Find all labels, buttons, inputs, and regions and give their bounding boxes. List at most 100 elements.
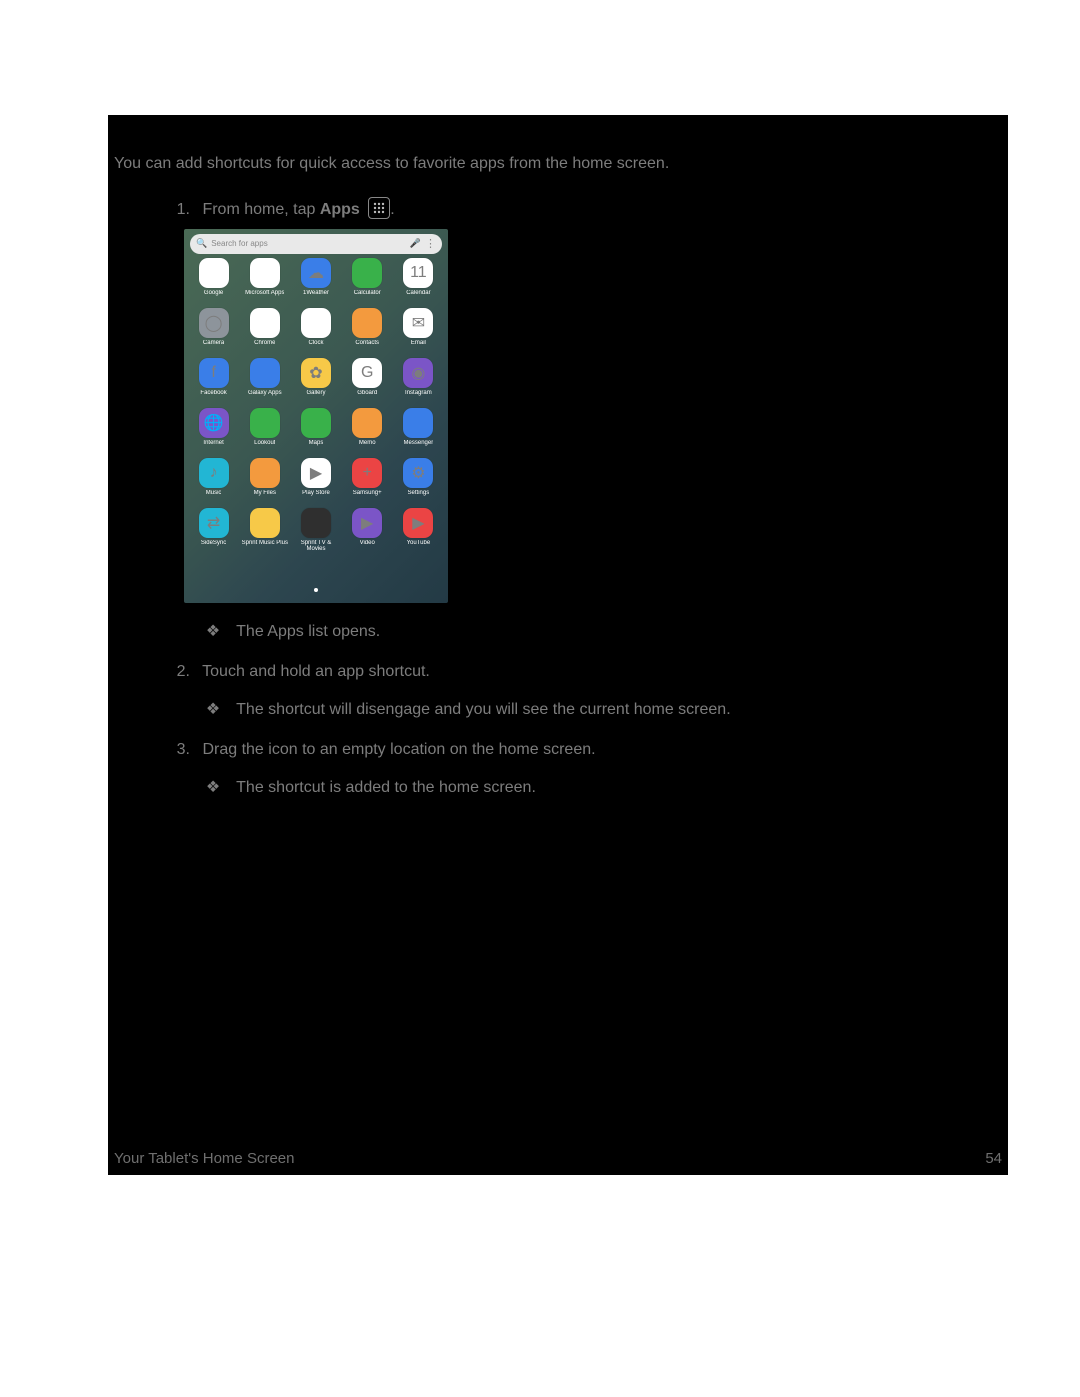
page-indicator	[184, 579, 448, 597]
app-label: Gboard	[357, 390, 377, 404]
app-label: Calculator	[354, 290, 381, 304]
app-label: Email	[411, 340, 426, 354]
app-label: Settings	[408, 490, 430, 504]
app-label: Google	[204, 290, 223, 304]
app-galaxy-apps[interactable]: Galaxy Apps	[239, 358, 290, 404]
app-label: Video	[360, 540, 375, 554]
app-label: Lookout	[254, 440, 275, 454]
tablet-apps-list-screenshot: 🔍 Search for apps 🎤 ⋮ Google Microsoft Ap…	[184, 229, 448, 603]
app-calculator[interactable]: Calculator	[342, 258, 393, 304]
app-icon: ⇄	[199, 508, 229, 538]
app-icon: ▶	[301, 458, 331, 488]
app-youtube[interactable]: ▶ YouTube	[393, 508, 444, 554]
step-2-number: 2.	[168, 663, 190, 681]
app-icon: 🌐	[199, 408, 229, 438]
app-instagram[interactable]: ◉ Instagram	[393, 358, 444, 404]
app-maps[interactable]: Maps	[290, 408, 341, 454]
app-icon: +	[352, 458, 382, 488]
app-icon	[352, 258, 382, 288]
app-label: SideSync	[201, 540, 226, 554]
app-label: Facebook	[200, 390, 226, 404]
step-1-number: 1.	[168, 201, 190, 219]
step-2-sub-text: The shortcut will disengage and you will…	[236, 701, 730, 718]
app-label: Sprint TV & Movies	[290, 540, 341, 554]
step-1-pre: From home, tap	[202, 201, 319, 218]
app-icon: ♪	[199, 458, 229, 488]
app-google[interactable]: Google	[188, 258, 239, 304]
app-icon: ▶	[403, 508, 433, 538]
app-icon	[403, 408, 433, 438]
apps-icon	[368, 197, 390, 219]
footer-page-number: 54	[985, 1150, 1002, 1167]
step-1-sub: ❖ The Apps list opens.	[114, 621, 1002, 641]
app-icon	[250, 358, 280, 388]
apps-search-placeholder: Search for apps	[211, 239, 410, 248]
app-label: Samsung+	[353, 490, 382, 504]
app-icon	[250, 508, 280, 538]
app-1weather[interactable]: ☁1Weather	[290, 258, 341, 304]
app-lookout[interactable]: Lookout	[239, 408, 290, 454]
app-my-files[interactable]: My Files	[239, 458, 290, 504]
app-contacts[interactable]: Contacts	[342, 308, 393, 354]
app-memo[interactable]: Memo	[342, 408, 393, 454]
app-music[interactable]: ♪Music	[188, 458, 239, 504]
app-label: Sprint Music Plus	[242, 540, 288, 554]
app-icon	[352, 308, 382, 338]
app-icon	[250, 308, 280, 338]
app-icon	[352, 408, 382, 438]
app-internet[interactable]: 🌐 Internet	[188, 408, 239, 454]
app-label: Contacts	[355, 340, 379, 354]
apps-search-bar[interactable]: 🔍 Search for apps 🎤 ⋮	[190, 234, 442, 254]
app-label: YouTube	[407, 540, 431, 554]
diamond-icon: ❖	[204, 621, 222, 641]
app-label: Camera	[203, 340, 224, 354]
app-sprint-tv-movies[interactable]: Sprint TV & Movies	[290, 508, 341, 554]
app-sprint-music-plus[interactable]: Sprint Music Plus	[239, 508, 290, 554]
app-chrome[interactable]: Chrome	[239, 308, 290, 354]
app-samsung-[interactable]: + Samsung+	[342, 458, 393, 504]
app-calendar[interactable]: 11 Calendar	[393, 258, 444, 304]
app-label: Messenger	[404, 440, 434, 454]
app-label: Calendar	[406, 290, 430, 304]
app-label: Microsoft Apps	[245, 290, 284, 304]
app-play-store[interactable]: ▶Play Store	[290, 458, 341, 504]
app-settings[interactable]: ⚙Settings	[393, 458, 444, 504]
step-3: 3. Drag the icon to an empty location on…	[114, 741, 1002, 759]
app-icon	[301, 508, 331, 538]
diamond-icon: ❖	[204, 777, 222, 797]
app-label: Chrome	[254, 340, 275, 354]
app-video[interactable]: ▶Video	[342, 508, 393, 554]
step-2: 2. Touch and hold an app shortcut.	[114, 663, 1002, 681]
app-icon: G	[352, 358, 382, 388]
more-icon[interactable]: ⋮	[425, 240, 436, 248]
app-icon: 11	[403, 258, 433, 288]
search-icon: 🔍	[196, 238, 207, 249]
app-label: Clock	[308, 340, 323, 354]
app-messenger[interactable]: Messenger	[393, 408, 444, 454]
app-label: Instagram	[405, 390, 432, 404]
app-microsoft-apps[interactable]: Microsoft Apps	[239, 258, 290, 304]
app-gallery[interactable]: ✿Gallery	[290, 358, 341, 404]
app-icon	[250, 458, 280, 488]
app-clock[interactable]: Clock	[290, 308, 341, 354]
step-2-sub: ❖ The shortcut will disengage and you wi…	[114, 699, 1002, 719]
app-facebook[interactable]: fFacebook	[188, 358, 239, 404]
app-label: 1Weather	[303, 290, 329, 304]
apps-grid: Google Microsoft Apps ☁1Weather Calculator 1…	[184, 258, 448, 554]
app-icon: ◉	[403, 358, 433, 388]
app-label: Maps	[309, 440, 324, 454]
step-3-text: Drag the icon to an empty location on th…	[202, 741, 595, 758]
app-icon	[301, 408, 331, 438]
app-gboard[interactable]: G Gboard	[342, 358, 393, 404]
app-icon	[301, 308, 331, 338]
app-email[interactable]: ✉ Email	[393, 308, 444, 354]
app-sidesync[interactable]: ⇄ SideSync	[188, 508, 239, 554]
app-icon: ✉	[403, 308, 433, 338]
app-camera[interactable]: ◯ Camera	[188, 308, 239, 354]
app-icon	[250, 408, 280, 438]
mic-icon[interactable]: 🎤	[410, 238, 421, 249]
app-icon: ◯	[199, 308, 229, 338]
step-1-sub-text: The Apps list opens.	[236, 623, 380, 640]
app-label: Internet	[203, 440, 223, 454]
app-icon	[199, 258, 229, 288]
